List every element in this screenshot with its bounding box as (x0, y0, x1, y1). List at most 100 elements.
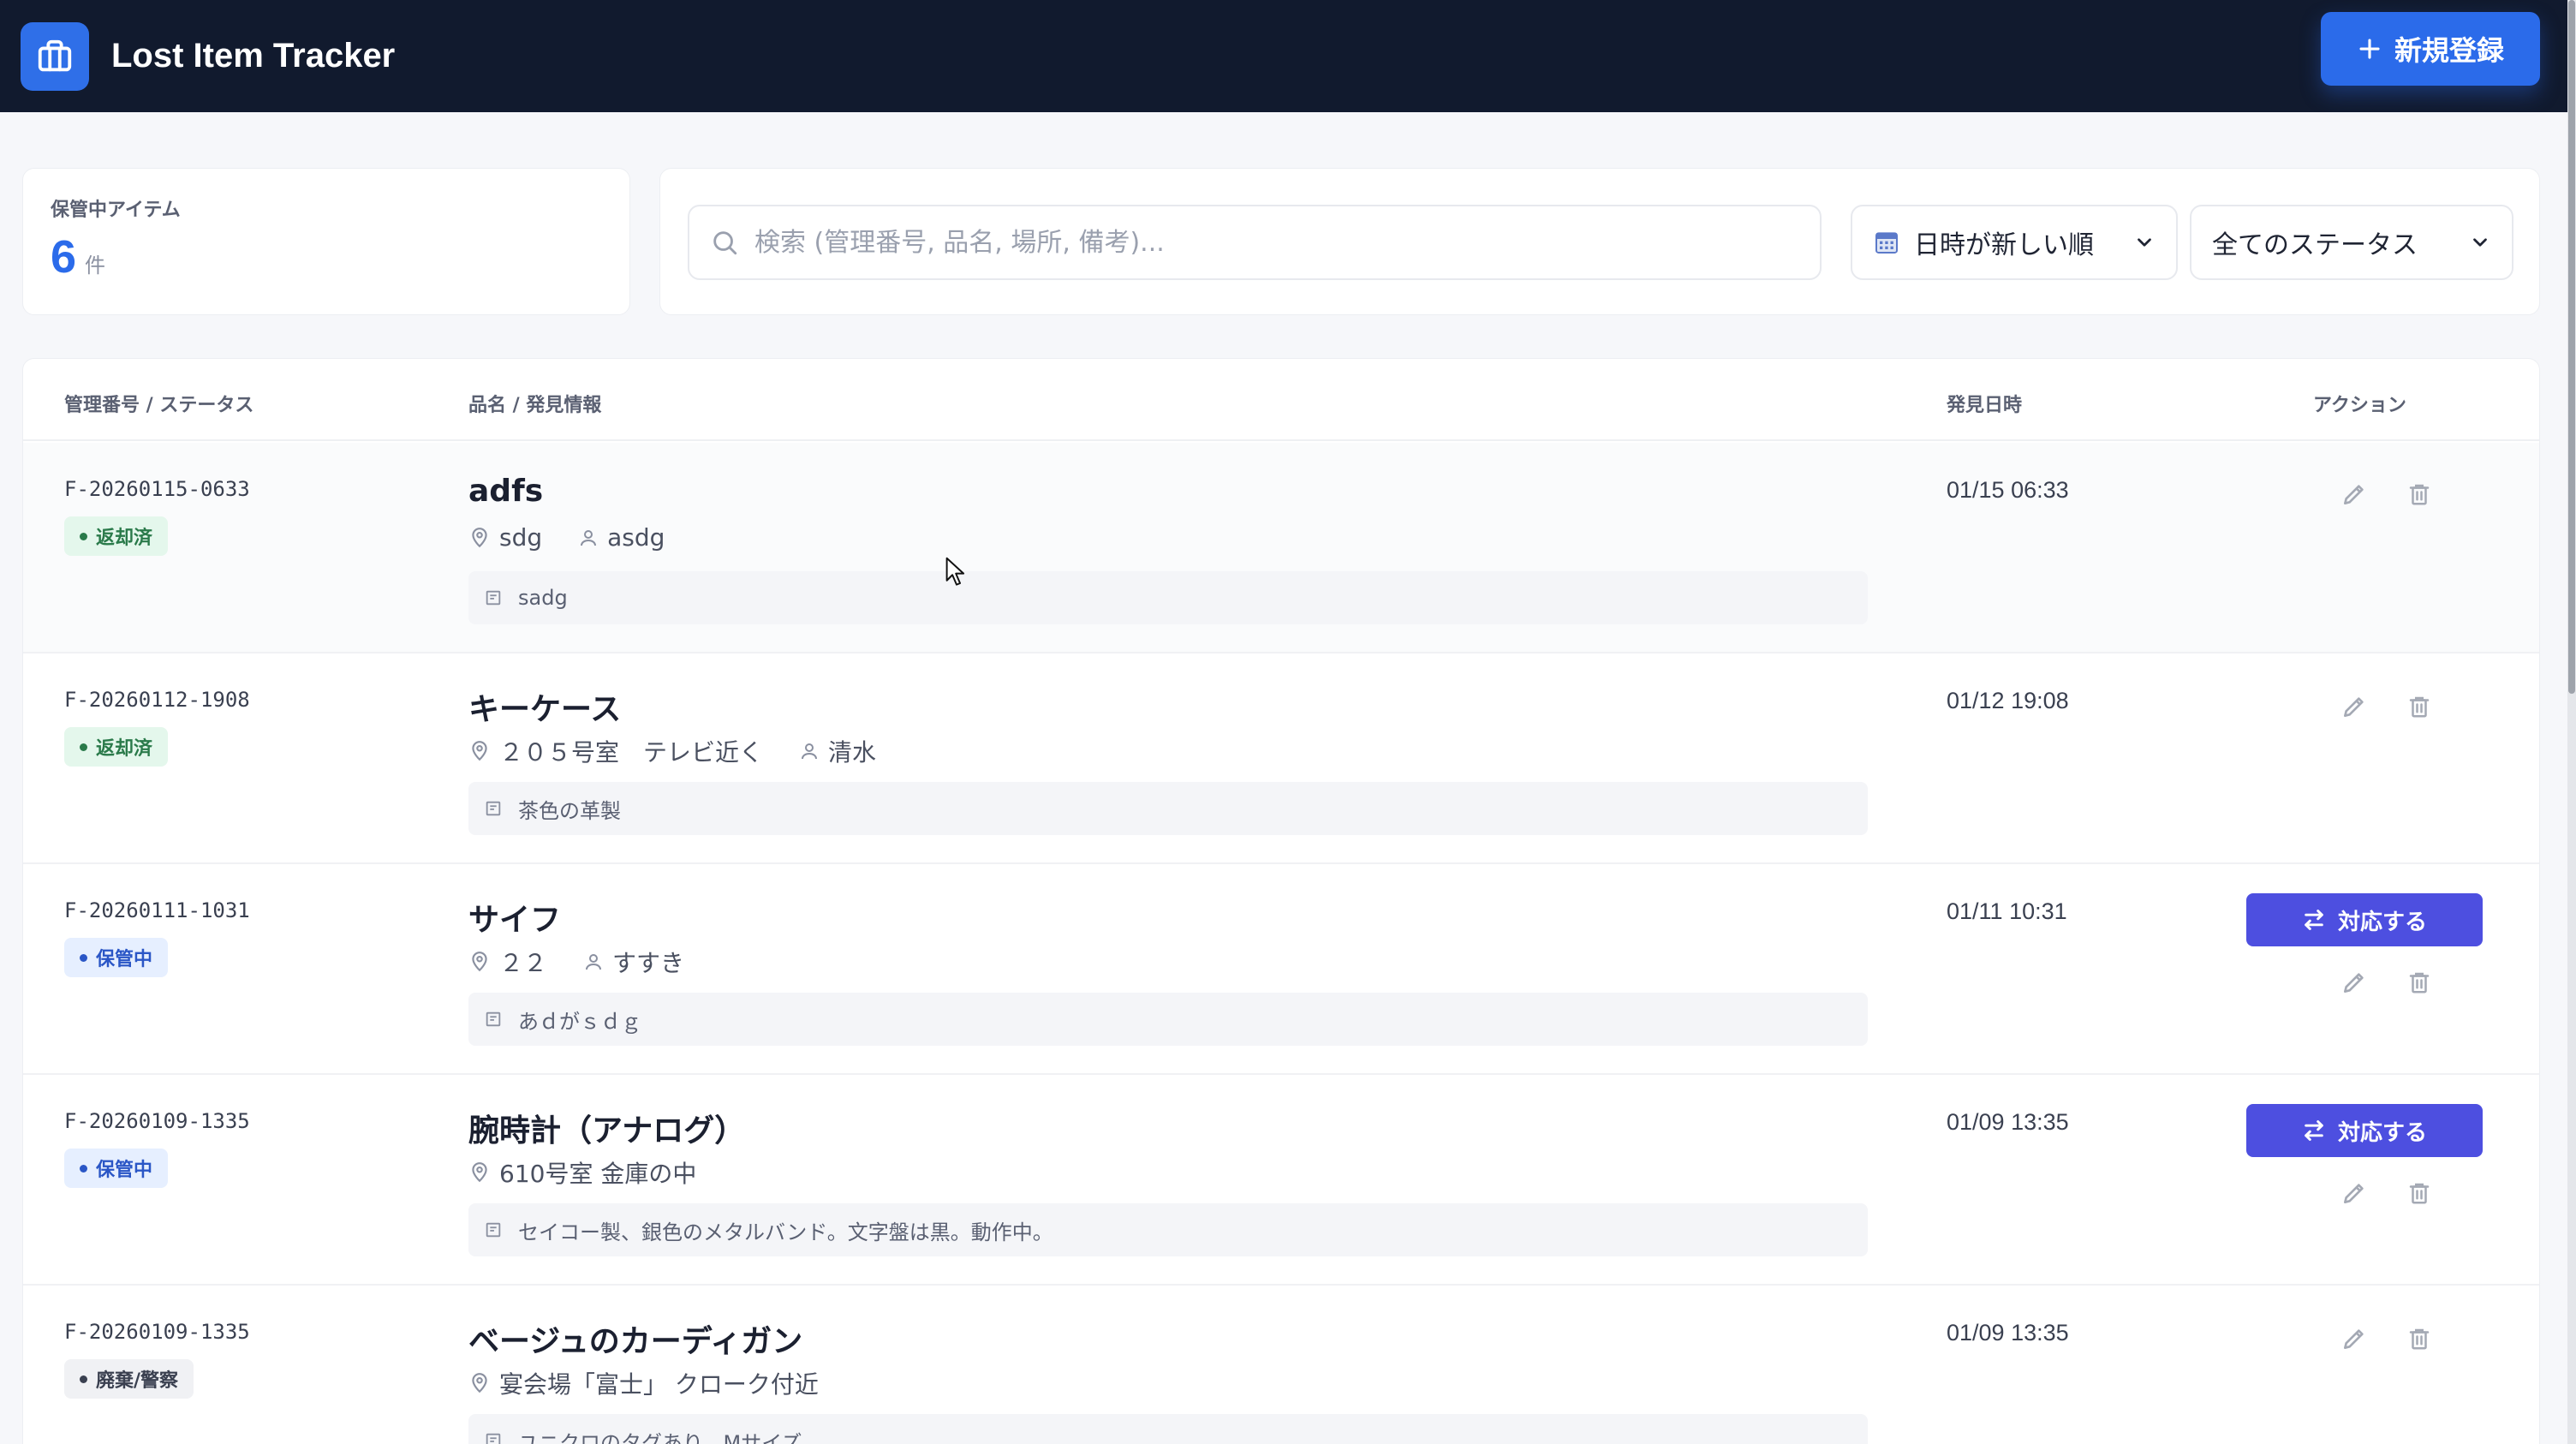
item-name: adfs (468, 474, 544, 509)
found-info: sdg asdg (468, 523, 665, 552)
trash-icon (2409, 696, 2430, 718)
search-input[interactable] (754, 227, 1782, 258)
item-note: 茶色の革製 (468, 782, 1868, 835)
user-icon (581, 529, 597, 546)
map-pin-icon (472, 1373, 487, 1393)
finder-name: 清水 (828, 738, 877, 767)
map-pin-icon (472, 527, 487, 547)
search-box[interactable] (688, 205, 1822, 280)
handle-item-button[interactable]: 対応する (2246, 1104, 2483, 1157)
item-note-text: ユニクロのタグあり。Mサイズ。 (518, 1430, 823, 1444)
table-row[interactable]: F-20260115-0633 返却済 adfs sdg asdg sadg 0… (23, 443, 2539, 653)
new-registration-label: 新規登録 (2394, 35, 2504, 66)
map-pin-icon (472, 1162, 487, 1183)
status-badge: 保管中 (64, 938, 169, 977)
found-date: 01/11 10:31 (1947, 898, 2067, 924)
handle-item-label: 対応する (2337, 1119, 2427, 1145)
found-place: 610号室 金庫の中 (499, 1160, 697, 1188)
status-badge-label: 廃棄/警察 (96, 1370, 179, 1392)
new-registration-button[interactable]: 新規登録 (2321, 12, 2540, 86)
handle-item-label: 対応する (2337, 908, 2427, 934)
management-number: F-20260111-1031 (64, 898, 250, 922)
delete-button[interactable] (2400, 475, 2438, 513)
edit-button[interactable] (2335, 688, 2373, 725)
note-icon (486, 801, 501, 816)
found-info: ２２ すすき (468, 945, 684, 979)
found-info: 宴会場「富士」 クローク付近 (468, 1366, 819, 1400)
edit-button[interactable] (2335, 964, 2373, 1001)
trash-icon (2409, 1183, 2430, 1204)
found-date: 01/12 19:08 (1947, 688, 2069, 713)
management-number: F-20260115-0633 (64, 477, 250, 501)
found-place: 宴会場「富士」 クローク付近 (499, 1370, 819, 1399)
edit-button[interactable] (2335, 1320, 2373, 1357)
delete-button[interactable] (2400, 688, 2438, 725)
status-select[interactable]: 全てのステータス (2190, 205, 2513, 280)
sort-selected-value: 日時が新しい順 (1914, 230, 2094, 260)
delete-button[interactable] (2400, 964, 2438, 1001)
summary-count: 6 件 (51, 230, 602, 283)
calendar-icon (1875, 232, 1898, 254)
management-number: F-20260112-1908 (64, 688, 250, 712)
trash-icon (2409, 1328, 2430, 1350)
map-pin-icon (472, 741, 487, 761)
chevron-down-icon (2138, 238, 2151, 247)
items-table: 管理番号 / ステータス 品名 / 発見情報 発見日時 アクション F-2026… (22, 358, 2540, 1444)
item-note-text: あｄがｓｄｇ (518, 1009, 641, 1034)
found-info: 610号室 金庫の中 (468, 1155, 696, 1190)
table-row[interactable]: F-20260111-1031 保管中 サイフ ２２ すすき あｄがｓｄｇ 01… (23, 864, 2539, 1075)
map-pin-icon (472, 952, 487, 972)
header-date: 発見日時 (1947, 395, 2023, 416)
user-icon (586, 954, 602, 970)
stored-items-summary: 保管中アイテム 6 件 (22, 168, 630, 315)
item-note-text: セイコー製、銀色のメタルバンド。文字盤は黒。動作中。 (518, 1220, 1053, 1244)
search-icon (713, 231, 737, 255)
item-name: キーケース (468, 692, 622, 727)
filter-bar: 日時が新しい順 全てのステータス (659, 168, 2540, 315)
item-name: サイフ (468, 903, 562, 938)
table-row[interactable]: F-20260109-1335 廃棄/警察 ベージュのカーディガン 宴会場「富士… (23, 1286, 2539, 1444)
summary-count-number: 6 (51, 231, 77, 283)
status-badge: 返却済 (64, 516, 169, 556)
trash-icon (2409, 484, 2430, 505)
swap-icon (2305, 910, 2323, 930)
table-row[interactable]: F-20260112-1908 返却済 キーケース ２０５号室 テレビ近く 清水… (23, 653, 2539, 864)
edit-button[interactable] (2335, 1174, 2373, 1212)
summary-label: 保管中アイテム (51, 200, 181, 221)
status-selected-value: 全てのステータス (2212, 230, 2418, 260)
item-note-text: sadg (518, 586, 568, 610)
item-note: セイコー製、銀色のメタルバンド。文字盤は黒。動作中。 (468, 1203, 1868, 1256)
found-place: sdg (499, 523, 543, 552)
plus-icon (2359, 39, 2380, 59)
edit-button[interactable] (2335, 475, 2373, 513)
management-number: F-20260109-1335 (64, 1109, 250, 1133)
management-number: F-20260109-1335 (64, 1320, 250, 1344)
note-icon (486, 1222, 501, 1238)
trash-icon (2409, 972, 2430, 993)
page-scrollbar[interactable] (2567, 0, 2576, 1444)
pencil-icon (2344, 1329, 2364, 1349)
pencil-icon (2344, 973, 2364, 993)
delete-button[interactable] (2400, 1320, 2438, 1357)
handle-item-button[interactable]: 対応する (2246, 893, 2483, 946)
note-icon (486, 590, 501, 606)
found-date: 01/15 06:33 (1947, 477, 2069, 503)
status-badge: 保管中 (64, 1149, 169, 1188)
item-note: sadg (468, 571, 1868, 624)
scrollbar-thumb[interactable] (2568, 0, 2575, 694)
table-row[interactable]: F-20260109-1335 保管中 腕時計（アナログ） 610号室 金庫の中… (23, 1075, 2539, 1286)
finder-name: すすき (612, 949, 685, 977)
app-title: Lost Item Tracker (111, 37, 396, 75)
swap-icon (2305, 1120, 2323, 1141)
item-name: ベージュのカーディガン (468, 1324, 803, 1359)
status-badge: 廃棄/警察 (64, 1359, 194, 1399)
status-badge-label: 保管中 (96, 1160, 153, 1181)
pencil-icon (2344, 697, 2364, 717)
delete-button[interactable] (2400, 1174, 2438, 1212)
table-header: 管理番号 / ステータス 品名 / 発見情報 発見日時 アクション (23, 359, 2539, 441)
header-action: アクション (2313, 395, 2406, 416)
sort-select[interactable]: 日時が新しい順 (1851, 205, 2178, 280)
item-note: あｄがｓｄｇ (468, 993, 1868, 1046)
header-mgmt: 管理番号 / ステータス (64, 395, 254, 416)
note-icon (486, 1011, 501, 1027)
